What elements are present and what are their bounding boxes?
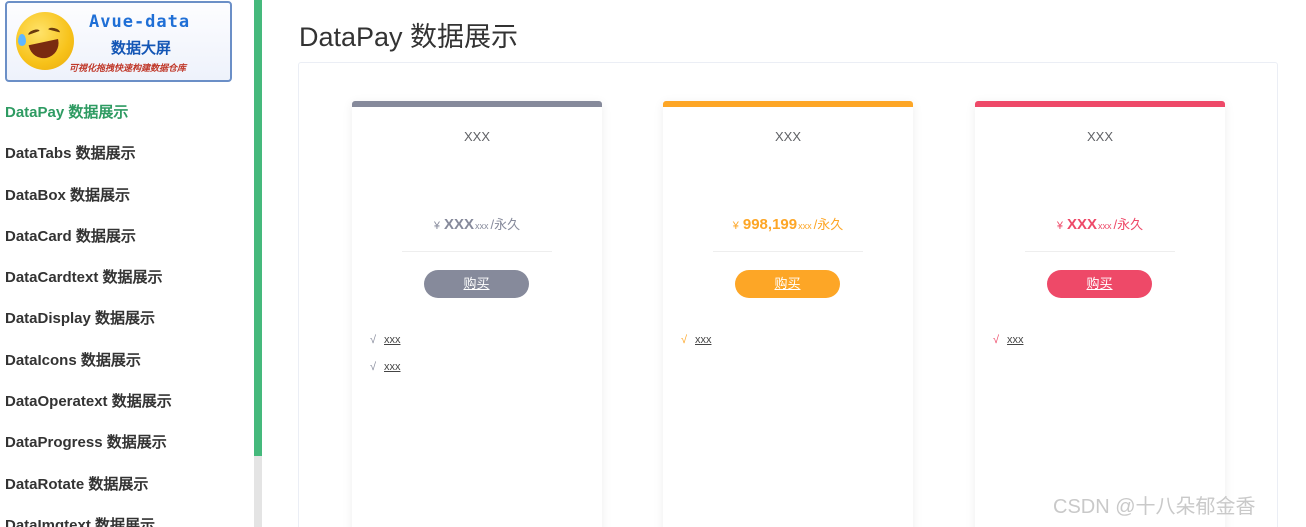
sidebar-item-dataoperatext[interactable]: DataOperatext 数据展示	[0, 381, 254, 422]
card-title: XXX	[1086, 129, 1113, 144]
price-unit: xxx	[798, 221, 812, 231]
price-value: 998,199	[742, 216, 798, 233]
price-value: XXX	[443, 216, 474, 233]
sidebar-item-datapay[interactable]: DataPay 数据展示	[0, 92, 254, 133]
sidebar-item-datarotate[interactable]: DataRotate 数据展示	[0, 464, 254, 505]
price-unit: xxx	[1098, 221, 1112, 231]
card-price: ¥ XXXxxx/永久	[352, 214, 602, 233]
price-period: /永久	[1113, 217, 1144, 232]
divider	[402, 251, 552, 252]
sidebar-item-datacardtext[interactable]: DataCardtext 数据展示	[0, 257, 254, 298]
feature-list: √ xxx √ xxx	[370, 334, 401, 388]
currency-symbol: ¥	[433, 220, 440, 232]
laughing-emoji-icon	[16, 12, 74, 70]
sidebar: Avue-data 数据大屏 可視化拖拽快速构建数据仓库 DataPay 数据展…	[0, 0, 262, 527]
list-item: √ xxx	[681, 334, 712, 361]
card-price: ¥ XXXxxx/永久	[975, 214, 1225, 233]
check-icon: √	[370, 361, 377, 373]
watermark: CSDN @十八朵郁金香	[1053, 496, 1256, 518]
pricing-card: XXX ¥ XXXxxx/永久 购买 √ xxx √ xxx	[352, 101, 602, 527]
sidebar-item-dataimgtext[interactable]: DataImgtext 数据展示	[0, 505, 254, 527]
list-item: √ xxx	[993, 334, 1024, 361]
feature-list: √ xxx	[993, 334, 1024, 361]
sidebar-item-datadisplay[interactable]: DataDisplay 数据展示	[0, 298, 254, 339]
check-icon: √	[993, 334, 1000, 346]
sidebar-item-datacard[interactable]: DataCard 数据展示	[0, 216, 254, 257]
currency-symbol: ¥	[732, 220, 739, 232]
check-icon: √	[681, 334, 688, 346]
divider	[713, 251, 863, 252]
price-period: /永久	[490, 217, 521, 232]
price-period: /永久	[813, 217, 844, 232]
check-icon: √	[370, 334, 377, 346]
card-price: ¥998,199xxx/永久	[663, 214, 913, 233]
logo-subtitle: 数据大屏	[111, 40, 172, 57]
sidebar-scrollbar-thumb[interactable]	[254, 0, 262, 456]
buy-button[interactable]: 购买	[1047, 270, 1152, 298]
buy-button[interactable]: 购买	[735, 270, 840, 298]
card-color-bar	[663, 101, 913, 107]
price-value: XXX	[1066, 216, 1097, 233]
feature-list: √ xxx	[681, 334, 712, 361]
feature-text[interactable]: xxx	[695, 334, 712, 346]
pricing-card: XXX ¥998,199xxx/永久 购买 √ xxx	[663, 101, 913, 527]
logo[interactable]: Avue-data 数据大屏 可視化拖拽快速构建数据仓库	[5, 1, 232, 82]
logo-title: Avue-data	[89, 12, 191, 32]
feature-text[interactable]: xxx	[384, 334, 401, 346]
divider	[1025, 251, 1175, 252]
list-item: √ xxx	[370, 334, 401, 361]
page-title: DataPay 数据展示	[299, 22, 519, 52]
feature-text[interactable]: xxx	[384, 361, 401, 373]
card-title: XXX	[774, 129, 801, 144]
list-item: √ xxx	[370, 361, 401, 388]
sidebar-item-dataprogress[interactable]: DataProgress 数据展示	[0, 422, 254, 463]
sidebar-item-dataicons[interactable]: DataIcons 数据展示	[0, 340, 254, 381]
price-unit: xxx	[475, 221, 489, 231]
sidebar-item-databox[interactable]: DataBox 数据展示	[0, 175, 254, 216]
card-title: XXX	[463, 129, 490, 144]
card-color-bar	[352, 101, 602, 107]
pricing-card: XXX ¥ XXXxxx/永久 购买 √ xxx	[975, 101, 1225, 527]
sidebar-item-datatabs[interactable]: DataTabs 数据展示	[0, 133, 254, 174]
feature-text[interactable]: xxx	[1007, 334, 1024, 346]
currency-symbol: ¥	[1056, 220, 1063, 232]
sidebar-menu: DataPay 数据展示 DataTabs 数据展示 DataBox 数据展示 …	[0, 92, 254, 527]
card-color-bar	[975, 101, 1225, 107]
logo-slogan: 可視化拖拽快速构建数据仓库	[69, 63, 187, 73]
buy-button[interactable]: 购买	[424, 270, 529, 298]
